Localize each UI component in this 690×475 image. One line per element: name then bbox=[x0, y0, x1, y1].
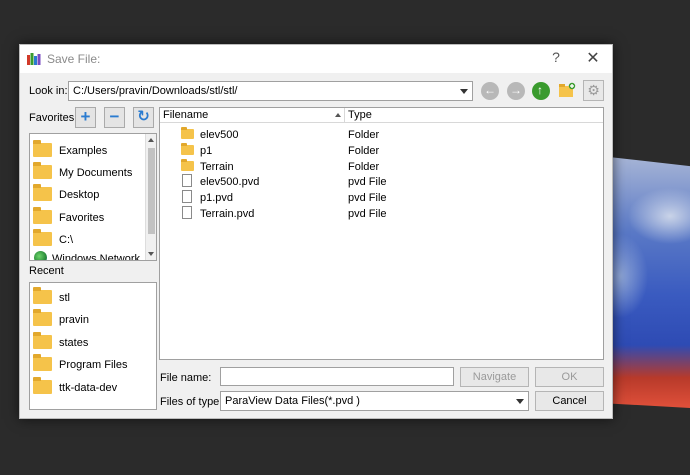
file-name-cell: p1 bbox=[200, 145, 213, 157]
list-item-label: Favorites bbox=[59, 212, 105, 224]
look-in-combo[interactable]: C:/Users/pravin/Downloads/stl/stl/ bbox=[68, 81, 473, 101]
folder-icon bbox=[33, 184, 52, 201]
file-name-input[interactable] bbox=[220, 367, 454, 386]
column-header-label: Filename bbox=[163, 109, 209, 121]
list-item-label: C:\ bbox=[59, 234, 74, 246]
file-icon bbox=[182, 190, 192, 203]
file-type-cell: Folder bbox=[348, 145, 380, 157]
look-in-path: C:/Users/pravin/Downloads/stl/stl/ bbox=[73, 85, 238, 97]
file-row-terrain[interactable]: Terrain Folder bbox=[160, 159, 603, 175]
file-name-cell: elev500 bbox=[200, 129, 239, 141]
folder-icon bbox=[33, 140, 52, 157]
file-type-cell: pvd File bbox=[348, 192, 387, 204]
favorites-scrollbar[interactable] bbox=[145, 134, 156, 260]
folder-icon bbox=[33, 332, 52, 349]
folder-icon bbox=[33, 229, 52, 246]
file-name-cell: elev500.pvd bbox=[200, 176, 260, 188]
file-name-label: File name: bbox=[160, 372, 212, 384]
scroll-down-icon[interactable] bbox=[148, 252, 154, 256]
new-folder-icon[interactable] bbox=[558, 81, 576, 99]
file-icon bbox=[182, 206, 192, 219]
list-item-label: stl bbox=[59, 292, 70, 304]
folder-icon bbox=[33, 377, 52, 394]
scroll-thumb[interactable] bbox=[148, 148, 155, 234]
recent-list: stl pravin states Program Files ttk-data… bbox=[29, 282, 157, 410]
background-terrain-visualization bbox=[600, 156, 690, 408]
folder-icon bbox=[181, 127, 194, 139]
file-type-combo[interactable]: ParaView Data Files(*.pvd ) bbox=[220, 391, 529, 411]
save-file-dialog: Save File: ? ✕ Look in: C:/Users/pravin/… bbox=[19, 44, 613, 419]
file-row-elev500-pvd[interactable]: elev500.pvd pvd File bbox=[160, 174, 603, 190]
folder-icon bbox=[33, 309, 52, 326]
file-name-cell: p1.pvd bbox=[200, 192, 234, 204]
file-type-cell: Folder bbox=[348, 161, 380, 173]
list-item-label: My Documents bbox=[59, 167, 133, 179]
file-type-cell: Folder bbox=[348, 129, 380, 141]
settings-icon[interactable]: ⚙ bbox=[583, 80, 604, 101]
list-item-label: Examples bbox=[59, 145, 108, 157]
file-row-p1[interactable]: p1 Folder bbox=[160, 143, 603, 159]
add-favorite-button[interactable]: + bbox=[75, 107, 96, 128]
folder-icon bbox=[33, 354, 52, 371]
folder-icon bbox=[33, 162, 52, 179]
list-item-label: Desktop bbox=[59, 189, 100, 201]
navigate-button[interactable]: Navigate bbox=[460, 367, 529, 387]
list-item-label: Program Files bbox=[59, 359, 128, 371]
close-button[interactable]: ✕ bbox=[586, 48, 600, 68]
file-name-cell: Terrain bbox=[200, 161, 234, 173]
folder-icon bbox=[181, 143, 194, 155]
column-header-label: Type bbox=[348, 109, 372, 121]
list-item-label: pravin bbox=[59, 314, 89, 326]
network-icon bbox=[34, 251, 47, 260]
file-type-value: ParaView Data Files(*.pvd ) bbox=[225, 395, 360, 407]
scroll-up-icon[interactable] bbox=[148, 138, 154, 142]
favorites-label: Favorites bbox=[29, 112, 75, 124]
chevron-down-icon bbox=[460, 89, 468, 94]
favorites-list: Examples My Documents Desktop Favorites … bbox=[29, 133, 157, 261]
ok-button[interactable]: OK bbox=[535, 367, 604, 387]
file-icon bbox=[182, 174, 192, 187]
folder-icon bbox=[181, 159, 194, 171]
file-name-cell: Terrain.pvd bbox=[200, 208, 255, 220]
refresh-button[interactable]: ↻ bbox=[133, 107, 154, 128]
title-bar: Save File: ? ✕ bbox=[20, 45, 612, 73]
forward-icon[interactable] bbox=[507, 82, 525, 100]
folder-icon bbox=[33, 207, 52, 224]
file-row-elev500[interactable]: elev500 Folder bbox=[160, 127, 603, 143]
list-item-label: states bbox=[59, 337, 89, 349]
cancel-button[interactable]: Cancel bbox=[535, 391, 604, 411]
recent-label: Recent bbox=[29, 265, 64, 277]
file-type-label: Files of type: bbox=[160, 396, 223, 408]
column-header-filename[interactable]: Filename bbox=[160, 108, 345, 123]
sort-ascending-icon bbox=[335, 113, 341, 117]
window-title: Save File: bbox=[47, 52, 101, 66]
file-row-p1-pvd[interactable]: p1.pvd pvd File bbox=[160, 190, 603, 206]
help-button[interactable]: ? bbox=[549, 49, 563, 65]
up-folder-icon[interactable] bbox=[532, 82, 550, 100]
file-type-cell: pvd File bbox=[348, 176, 387, 188]
file-list: Filename Type elev500 Folder p1 Folder T… bbox=[159, 107, 604, 360]
file-type-cell: pvd File bbox=[348, 208, 387, 220]
folder-icon bbox=[33, 287, 52, 304]
remove-favorite-button[interactable]: − bbox=[104, 107, 125, 128]
file-row-terrain-pvd[interactable]: Terrain.pvd pvd File bbox=[160, 206, 603, 222]
list-item-label: ttk-data-dev bbox=[59, 382, 118, 394]
list-item-label: Windows Network bbox=[52, 253, 141, 261]
look-in-label: Look in: bbox=[29, 85, 68, 97]
paraview-app-icon bbox=[27, 53, 41, 65]
column-header-type[interactable]: Type bbox=[345, 108, 603, 123]
back-icon[interactable] bbox=[481, 82, 499, 100]
chevron-down-icon bbox=[516, 399, 524, 404]
